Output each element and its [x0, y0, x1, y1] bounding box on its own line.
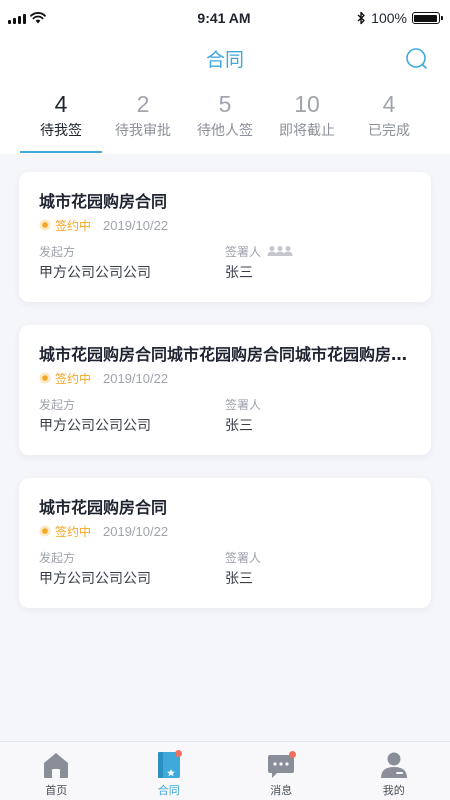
tab-pending-my-approval[interactable]: 2 待我审批: [102, 80, 184, 154]
bottom-nav-home[interactable]: 首页: [0, 742, 113, 800]
status-right: 100%: [320, 10, 443, 26]
status-badge: 签约中: [55, 371, 92, 386]
contract-title: 城市花园购房合同: [39, 498, 168, 517]
initiator-col: 发起方 甲方公司公司公司: [39, 395, 225, 435]
contract-title: 城市花园购房合同城市花园购房合同城市花园购房合同: [39, 345, 411, 364]
signer-label: 签署人: [225, 395, 411, 413]
bottom-nav-contract[interactable]: 合同: [113, 742, 226, 800]
bottom-nav-label: 我的: [382, 784, 405, 797]
bottom-nav-profile[interactable]: 我的: [338, 742, 450, 800]
initiator-label-text: 发起方: [39, 550, 76, 565]
signer-value: 张三: [225, 571, 253, 587]
tab-count: 4: [54, 91, 68, 117]
status-time: 9:41 AM: [197, 10, 251, 26]
bottom-nav-messages[interactable]: 消息: [225, 742, 338, 800]
status-badge: 签约中: [55, 524, 92, 539]
contract-status-row: 签约中 2019/10/22: [39, 216, 411, 234]
tab-pending-others-sign[interactable]: 5 待他人签: [184, 80, 266, 154]
initiator-label: 发起方: [39, 395, 225, 413]
bluetooth-icon: [357, 11, 365, 25]
home-icon: [44, 753, 69, 778]
contract-list: 城市花园购房合同 签约中 2019/10/22 发起方 甲方公司公司公司 签署人: [19, 172, 431, 631]
tab-completed[interactable]: 4 已完成: [348, 80, 430, 154]
initiator-label-text: 发起方: [39, 397, 76, 412]
tab-expiring-soon[interactable]: 10 即将截止: [266, 80, 348, 154]
status-badge: 签约中: [55, 218, 92, 233]
search-icon[interactable]: [404, 46, 430, 72]
initiator-value: 甲方公司公司公司: [39, 571, 151, 587]
contract-date: 2019/10/22: [103, 523, 169, 539]
tab-label: 已完成: [368, 123, 410, 139]
initiator-label-text: 发起方: [39, 244, 76, 259]
profile-icon: [380, 752, 407, 778]
notification-badge: [174, 750, 182, 757]
tab-label: 即将截止: [279, 123, 335, 139]
tab-count: 4: [382, 91, 396, 117]
signer-label-text: 签署人: [225, 244, 262, 259]
contract-title: 城市花园购房合同: [39, 192, 168, 211]
battery-percent: 100%: [371, 10, 407, 26]
bottom-tab-bar: 首页 合同 消息 我的: [0, 741, 450, 800]
contract-card[interactable]: 城市花园购房合同城市花园购房合同城市花园购房合同 签约中 2019/10/22 …: [19, 325, 431, 455]
battery-icon: [411, 12, 443, 24]
bottom-nav-label: 首页: [45, 784, 68, 797]
signer-value: 张三: [225, 418, 253, 434]
contract-meta: 发起方 甲方公司公司公司 签署人 张三: [39, 548, 411, 588]
initiator-label: 发起方: [39, 242, 225, 260]
people-group-icon: [267, 246, 293, 256]
initiator-value: 甲方公司公司公司: [39, 418, 151, 434]
status-dot-icon: [39, 525, 51, 537]
status-dot-icon: [39, 219, 51, 231]
contract-card[interactable]: 城市花园购房合同 签约中 2019/10/22 发起方 甲方公司公司公司 签署人…: [19, 478, 431, 608]
contract-tabs: 4 待我签 2 待我审批 5 待他人签 10 即将截止 4 已完成: [0, 80, 450, 154]
tab-label: 待我签: [40, 123, 82, 139]
contract-meta: 发起方 甲方公司公司公司 签署人 张三: [39, 395, 411, 435]
bottom-nav-label: 合同: [157, 784, 180, 797]
signer-col: 签署人 张三: [225, 395, 411, 435]
message-icon-wrap: [266, 750, 297, 780]
tab-count: 10: [294, 91, 320, 117]
status-dot-icon: [39, 372, 51, 384]
initiator-col: 发起方 甲方公司公司公司: [39, 548, 225, 588]
battery-fill: [414, 14, 438, 22]
contract-date: 2019/10/22: [103, 217, 169, 233]
signer-label: 签署人: [225, 242, 411, 260]
signer-label: 签署人: [225, 548, 411, 566]
wifi-icon: [30, 12, 46, 24]
bottom-nav-label: 消息: [270, 784, 293, 797]
initiator-col: 发起方 甲方公司公司公司: [39, 242, 225, 282]
signer-col: 签署人 张三: [225, 548, 411, 588]
tab-pending-my-sign[interactable]: 4 待我签: [20, 80, 102, 154]
tab-count: 2: [136, 91, 150, 117]
contract-status-row: 签约中 2019/10/22: [39, 522, 411, 540]
tab-label: 待我审批: [115, 123, 171, 139]
status-left: [8, 12, 128, 24]
cellular-signal-icon: [8, 13, 26, 24]
signer-col: 签署人 张三: [225, 242, 411, 282]
tab-label: 待他人签: [197, 123, 253, 139]
contract-status-row: 签约中 2019/10/22: [39, 369, 411, 387]
contract-date: 2019/10/22: [103, 370, 169, 386]
signer-label-text: 签署人: [225, 397, 262, 412]
nav-bar: 合同: [0, 36, 450, 80]
page-title: 合同: [205, 48, 244, 71]
signer-label-text: 签署人: [225, 550, 262, 565]
contract-meta: 发起方 甲方公司公司公司 签署人 张三: [39, 242, 411, 282]
initiator-label: 发起方: [39, 548, 225, 566]
contract-icon-wrap: [154, 750, 184, 780]
initiator-value: 甲方公司公司公司: [39, 265, 151, 281]
tab-count: 5: [218, 91, 232, 117]
status-bar: 9:41 AM 100%: [0, 0, 450, 36]
signer-value: 张三: [225, 265, 253, 281]
contract-card[interactable]: 城市花园购房合同 签约中 2019/10/22 发起方 甲方公司公司公司 签署人: [19, 172, 431, 302]
